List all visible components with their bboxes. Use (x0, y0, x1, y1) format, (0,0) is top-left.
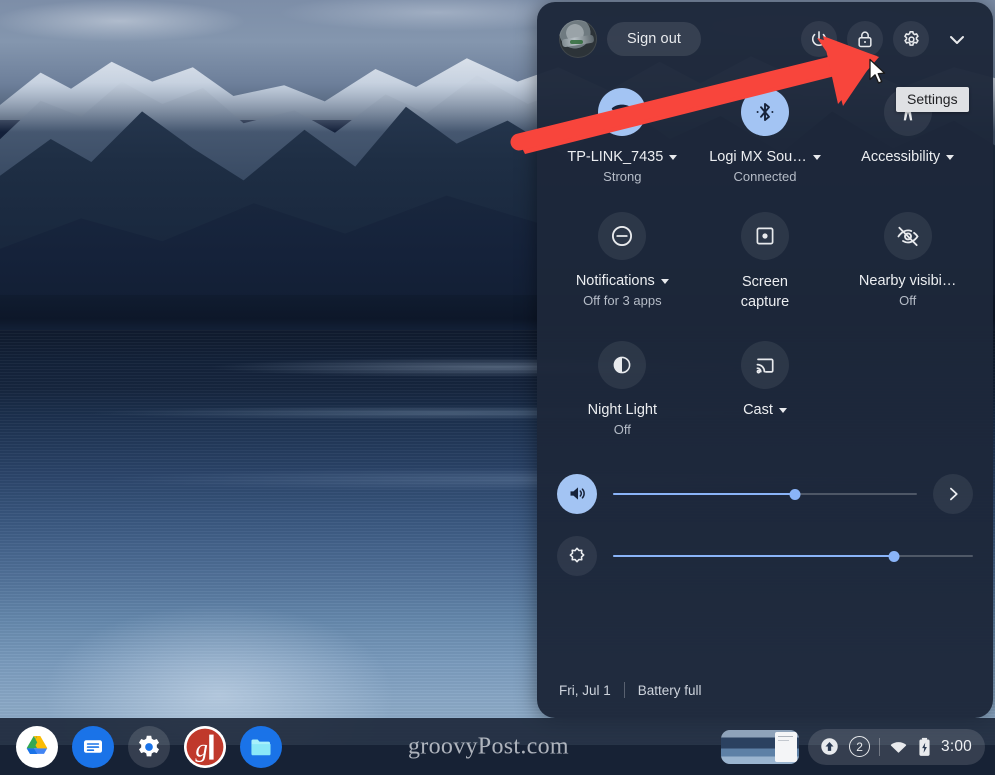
brightness-slider-thumb[interactable] (888, 550, 900, 562)
preview-page (775, 731, 798, 762)
shelf-item-settings[interactable] (128, 725, 170, 768)
eye-off-icon (883, 212, 932, 260)
watermark: groovyPost.com (408, 733, 569, 759)
tile-nearby-visibility-text: Nearby visibi… (858, 273, 957, 289)
battery-status-label[interactable]: Battery full (638, 683, 702, 698)
volume-slider-thumb[interactable] (789, 488, 801, 500)
volume-slider-track[interactable] (613, 487, 917, 501)
tile-screen-capture[interactable]: Screen capture (694, 202, 837, 327)
footer-divider (623, 682, 625, 698)
settings-gear-button[interactable] (893, 21, 929, 57)
tile-notifications-sub: Off for 3 apps (583, 293, 662, 308)
collapse-panel-button[interactable] (939, 21, 975, 57)
tray-divider (879, 737, 881, 756)
tile-screen-capture-label: Screen capture (741, 273, 789, 313)
tile-empty-slot (836, 331, 979, 451)
tile-nearby-visibility[interactable]: Nearby visibi… Off (836, 202, 979, 327)
google-drive-icon (26, 735, 48, 754)
mouse-cursor (869, 58, 886, 84)
cast-icon (740, 340, 789, 389)
chevron-down-icon[interactable] (669, 155, 678, 160)
shelf-app-list: g (0, 725, 282, 768)
clock[interactable]: 3:00 (941, 738, 972, 756)
status-tray[interactable]: 2 3:00 (808, 728, 985, 765)
brightness-slider-track[interactable] (613, 549, 973, 563)
audio-settings-expand-button[interactable] (933, 473, 973, 514)
shelf-status-area: 2 3:00 (721, 728, 985, 765)
browser-window-preview[interactable] (721, 729, 800, 764)
shelf: g groovyPost.com 2 3:00 (0, 718, 995, 775)
date-label[interactable]: Fri, Jul 1 (559, 683, 611, 698)
messages-icon (84, 739, 102, 753)
svg-text:g: g (195, 735, 208, 762)
tile-screen-capture-text-2: capture (740, 294, 790, 311)
tile-nearby-visibility-sub: Off (899, 293, 917, 308)
tile-screen-capture-text-1: Screen (742, 274, 788, 290)
shelf-item-groovypost[interactable]: g (184, 725, 226, 768)
tile-cast[interactable]: Cast (694, 331, 837, 451)
tile-cast-text: Cast (743, 401, 773, 418)
volume-track-fill (613, 492, 796, 496)
brightness-slider-row (557, 525, 973, 587)
do-not-disturb-icon (598, 212, 647, 260)
wifi-icon[interactable] (889, 737, 908, 756)
tile-cast-label: Cast (743, 402, 787, 418)
volume-up-icon[interactable] (557, 473, 597, 514)
tile-nearby-visibility-label: Nearby visibi… (859, 273, 957, 289)
chevron-down-icon[interactable] (778, 407, 787, 413)
volume-slider-row (557, 463, 973, 525)
groovypost-g-icon: g (184, 725, 226, 768)
chevron-down-icon[interactable] (812, 155, 821, 160)
quick-settings-footer: Fri, Jul 1 Battery full (537, 682, 993, 718)
tile-notifications-label: Notifications (576, 273, 669, 289)
arrow-up-circle-icon[interactable] (819, 736, 840, 757)
tile-notifications[interactable]: Notifications Off for 3 apps (551, 202, 694, 327)
tile-wifi-sub: Strong (603, 169, 642, 184)
night-light-icon (598, 340, 647, 389)
folder-icon (251, 739, 271, 755)
tile-bluetooth-sub: Connected (733, 169, 797, 184)
tile-notifications-text: Notifications (575, 273, 655, 289)
tile-night-light-text: Night Light (587, 401, 657, 418)
quick-settings-sliders (537, 451, 993, 587)
gear-icon (138, 735, 160, 756)
settings-tooltip: Settings (896, 87, 969, 112)
tile-night-light[interactable]: Night Light Off (551, 331, 694, 451)
brightness-track-fill (613, 554, 894, 558)
shelf-item-drive[interactable] (16, 725, 58, 768)
shelf-item-messages[interactable] (72, 725, 114, 768)
tile-night-light-label: Night Light (588, 402, 657, 418)
tile-night-light-sub: Off (613, 421, 631, 437)
battery-full-icon[interactable] (917, 737, 932, 757)
brightness-icon[interactable] (557, 535, 597, 576)
screen-capture-icon (740, 212, 789, 260)
annotation-arrow (510, 36, 879, 154)
chevron-down-icon[interactable] (946, 155, 955, 160)
shelf-item-files[interactable] (240, 725, 282, 768)
chevron-down-icon[interactable] (660, 279, 669, 284)
notification-count-badge[interactable]: 2 (849, 736, 871, 757)
